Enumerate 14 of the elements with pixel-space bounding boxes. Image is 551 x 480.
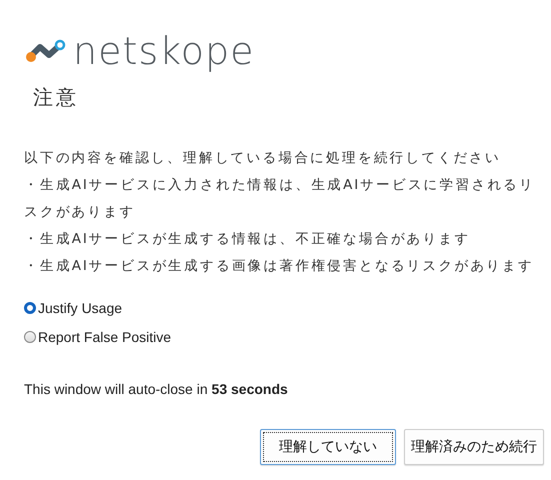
message-line: ・生成AIサービスに入力された情報は、生成AIサービスに学習されるリスクがあります <box>24 176 536 222</box>
logo-text: netskope <box>73 32 255 70</box>
message-line: 以下の内容を確認し、理解している場合に処理を続行してください <box>24 149 502 168</box>
radio-label[interactable]: Report False Positive <box>38 328 172 344</box>
radio-button[interactable] <box>24 302 36 314</box>
dialog-button[interactable]: 理解していない <box>260 429 396 465</box>
auto-close-notice: This window will auto-close in 53 seconds <box>24 381 289 397</box>
dialog-title: 注意 <box>33 84 80 111</box>
message-line: ・生成AIサービスが生成する情報は、不正確な場合があります <box>24 230 472 249</box>
logo-icon <box>25 39 67 63</box>
radio-label[interactable]: Justify Usage <box>38 300 122 316</box>
radio-button[interactable] <box>24 330 36 342</box>
dialog-button[interactable]: 理解済みのため続行 <box>404 429 544 465</box>
message-line: ・生成AIサービスが生成する画像は著作権侵害となるリスクがあります <box>24 257 535 276</box>
